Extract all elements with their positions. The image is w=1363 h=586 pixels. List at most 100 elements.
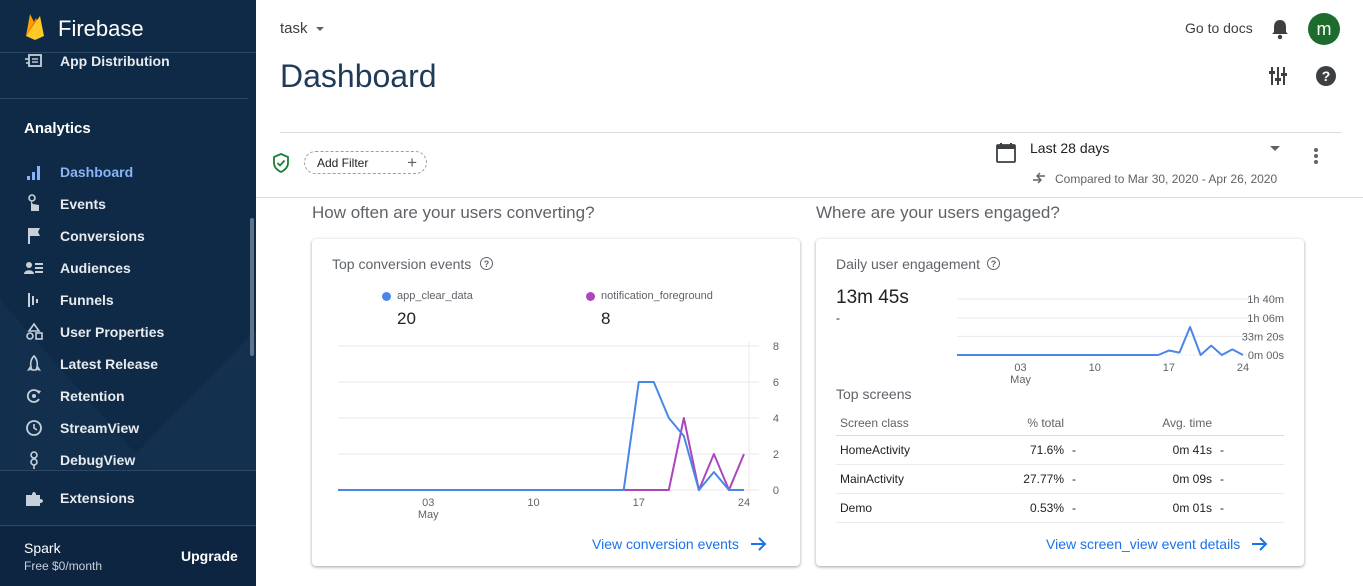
sidebar-item-label: Retention — [60, 388, 125, 404]
y-tick-label: 33m 20s — [1242, 331, 1285, 343]
sidebar-item-label: App Distribution — [60, 53, 170, 69]
x-tick-label: 17 — [1163, 362, 1175, 374]
retention-icon — [24, 386, 44, 406]
table-row[interactable]: HomeActivity 71.6% - 0m 41s - — [836, 435, 1284, 465]
engagement-card: Daily user engagement ? 13m 45s - 1h 40m… — [816, 239, 1304, 566]
filter-bar: Add Filter + Last 28 days Compared to Ma… — [256, 133, 1363, 198]
plus-icon: + — [407, 153, 417, 172]
time-delta: - — [1216, 464, 1284, 494]
sidebar-item-label: DebugView — [60, 452, 136, 468]
sidebar-item-label: Conversions — [60, 228, 145, 244]
plan-name: Spark — [24, 540, 61, 556]
table-row[interactable]: Demo 0.53% - 0m 01s - — [836, 493, 1284, 523]
avatar[interactable]: m — [1308, 13, 1340, 45]
sidebar-item-label: Latest Release — [60, 356, 159, 372]
series-line-app_clear_data — [338, 381, 744, 491]
firebase-logo-icon — [26, 14, 44, 40]
engagement-sparkline-chart: 1h 40m 1h 06m 33m 20s 0m 00s 03May 10 17 24 — [957, 294, 1285, 386]
column-header: % total — [986, 412, 1068, 436]
go-to-docs-link[interactable]: Go to docs — [1185, 20, 1253, 36]
upgrade-button[interactable]: Upgrade — [181, 548, 238, 564]
rocket-icon — [24, 354, 44, 374]
sidebar-divider — [0, 98, 248, 99]
extension-puzzle-icon — [24, 488, 44, 508]
add-filter-button[interactable]: Add Filter + — [304, 151, 427, 174]
table-header-row: Screen class % total Avg. time — [836, 412, 1284, 436]
sidebar: Firebase App Distribution Analytics Dash… — [0, 0, 256, 586]
percent-delta: - — [1068, 464, 1138, 494]
sidebar-item-user-properties[interactable]: User Properties — [0, 317, 248, 347]
date-range-select[interactable]: Last 28 days — [1030, 140, 1280, 156]
section-title-converting: How often are your users converting? — [312, 203, 595, 222]
sidebar-item-dashboard[interactable]: Dashboard — [0, 157, 248, 187]
add-filter-label: Add Filter — [317, 155, 369, 170]
conversion-card: Top conversion events ? app_clear_data 2… — [312, 239, 800, 566]
x-tick-label: 10 — [1089, 362, 1101, 374]
calendar-icon — [996, 143, 1016, 163]
sidebar-item-conversions[interactable]: Conversions — [0, 221, 248, 251]
debug-icon — [24, 450, 44, 470]
x-tick-sublabel: May — [418, 509, 439, 521]
view-screen-view-details-link[interactable]: View screen_view event details — [1046, 536, 1270, 552]
app-distribution-icon — [24, 51, 44, 71]
screen-class: HomeActivity — [836, 435, 986, 465]
sidebar-item-label: User Properties — [60, 324, 165, 340]
tune-settings-icon[interactable] — [1268, 66, 1288, 86]
top-screens-table: Screen class % total Avg. time HomeActiv… — [836, 412, 1284, 523]
column-header: Screen class — [836, 412, 986, 436]
plan-price: Free $0/month — [24, 559, 103, 573]
x-tick-label: 03 — [422, 497, 434, 509]
percent-total: 0.53% — [986, 493, 1068, 523]
main-content: task Dashboard Go to docs m ? Add Filter… — [256, 0, 1363, 586]
x-tick-label: 03 — [1014, 362, 1026, 374]
sidebar-item-latest-release[interactable]: Latest Release — [0, 349, 248, 379]
engagement-series-line — [957, 326, 1244, 356]
percent-total: 71.6% — [986, 435, 1068, 465]
y-tick-label: 6 — [773, 377, 779, 389]
dropdown-arrow-icon[interactable] — [1269, 145, 1281, 153]
avg-time: 0m 01s — [1138, 493, 1216, 523]
section-title-engaged: Where are your users engaged? — [816, 203, 1060, 222]
sidebar-item-audiences[interactable]: Audiences — [0, 253, 248, 283]
flag-icon — [24, 226, 44, 246]
x-tick-label: 17 — [633, 497, 645, 509]
sidebar-item-label: Events — [60, 196, 106, 212]
sidebar-item-label: Funnels — [60, 292, 114, 308]
screen-class: MainActivity — [836, 464, 986, 494]
sidebar-item-label: Dashboard — [60, 164, 134, 180]
link-label: View screen_view event details — [1046, 536, 1241, 552]
sidebar-item-events[interactable]: Events — [0, 189, 248, 219]
y-tick-label: 0m 00s — [1248, 350, 1285, 362]
percent-total: 27.77% — [986, 464, 1068, 494]
sidebar-item-app-distribution[interactable]: App Distribution — [0, 46, 248, 76]
table-row[interactable]: MainActivity 27.77% - 0m 09s - — [836, 464, 1284, 494]
y-tick-label: 8 — [773, 341, 779, 353]
view-conversion-events-link[interactable]: View conversion events — [592, 536, 769, 552]
y-tick-label: 0 — [773, 485, 779, 497]
funnel-icon — [24, 290, 44, 310]
sidebar-item-extensions[interactable]: Extensions — [0, 483, 248, 513]
sidebar-scrollbar[interactable] — [250, 218, 254, 356]
help-icon[interactable]: ? — [1315, 65, 1337, 87]
arrow-forward-icon — [750, 537, 767, 551]
touch-icon — [24, 194, 44, 214]
user-properties-icon — [24, 322, 44, 342]
percent-delta: - — [1068, 435, 1138, 465]
extensions-bar: Extensions — [0, 470, 256, 526]
brand-title: Firebase — [58, 16, 144, 41]
sidebar-item-label: StreamView — [60, 420, 140, 436]
sidebar-item-retention[interactable]: Retention — [0, 381, 248, 411]
audience-icon — [24, 258, 44, 278]
project-selector[interactable]: task — [280, 20, 330, 37]
sidebar-item-funnels[interactable]: Funnels — [0, 285, 248, 315]
sidebar-item-streamview[interactable]: StreamView — [0, 413, 248, 443]
project-name: task — [280, 20, 308, 37]
comparison-range: Compared to Mar 30, 2020 - Apr 26, 2020 — [1055, 172, 1278, 186]
sidebar-section-analytics[interactable]: Analytics — [24, 120, 91, 137]
page-title: Dashboard — [280, 58, 437, 94]
notifications-bell-icon[interactable] — [1270, 18, 1290, 40]
more-vert-icon[interactable] — [1313, 146, 1319, 166]
screen-class: Demo — [836, 493, 986, 523]
y-tick-label: 4 — [773, 413, 779, 425]
time-delta: - — [1216, 493, 1284, 523]
